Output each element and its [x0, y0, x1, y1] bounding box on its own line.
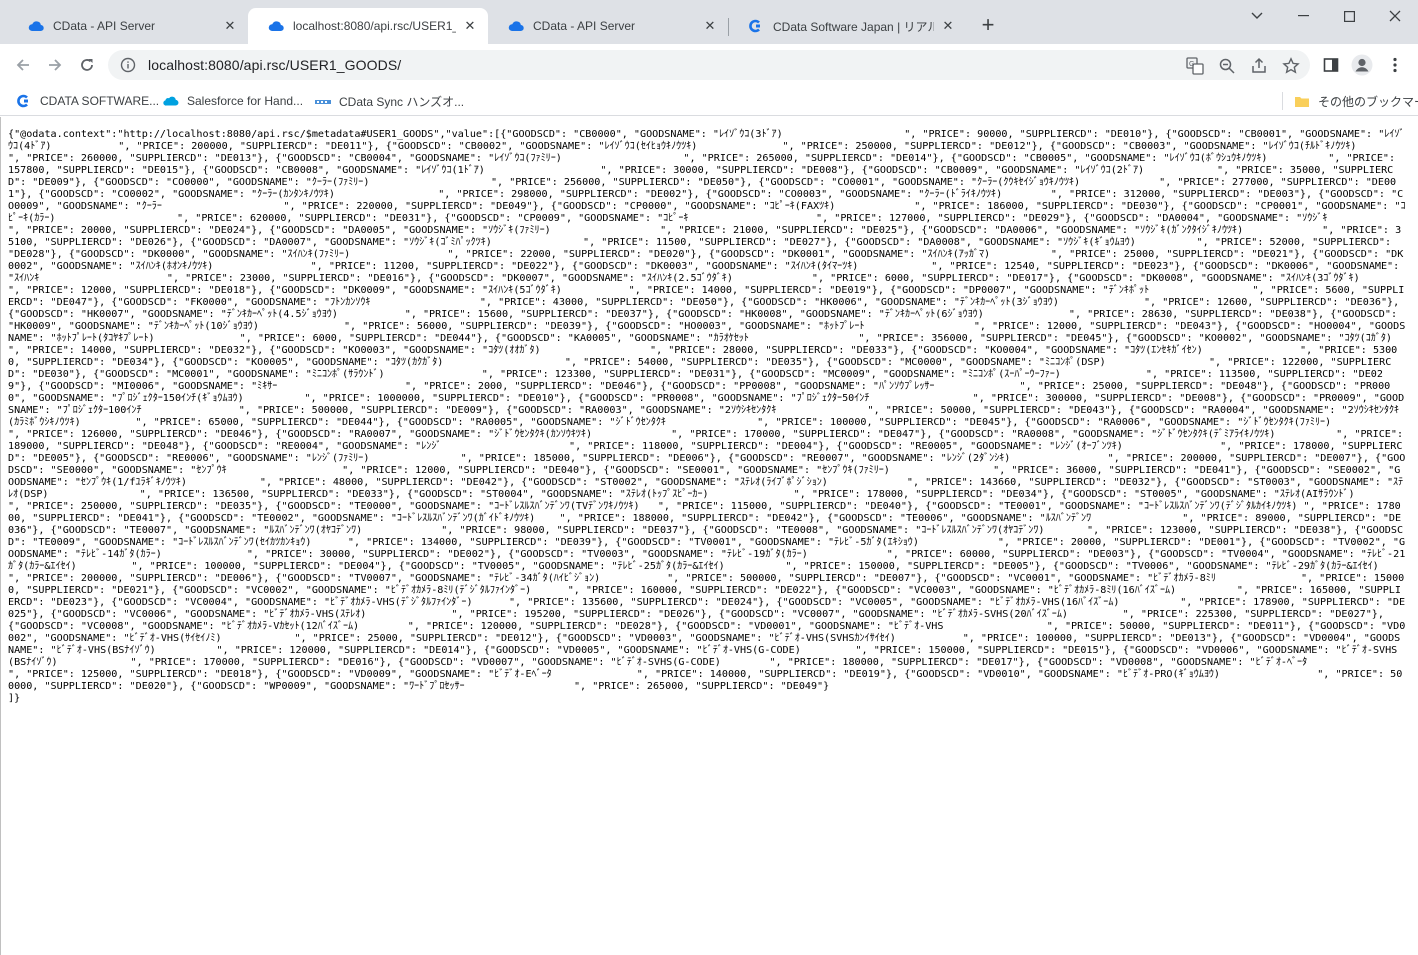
arrow-right-icon [49, 59, 62, 71]
maximize-button[interactable] [1326, 0, 1372, 32]
folder-icon [1295, 96, 1309, 107]
close-tab-icon[interactable]: ✕ [940, 18, 956, 34]
url-text[interactable]: localhost:8080/api.rsc/USER1_GOODS/ [148, 57, 401, 73]
svg-text:G: G [1189, 61, 1194, 68]
menu-kebab-icon[interactable] [1384, 54, 1406, 76]
bookmark-star-icon[interactable] [1282, 57, 1300, 75]
forward-button[interactable] [42, 52, 68, 78]
new-tab-button[interactable]: + [976, 14, 1000, 38]
side-panel-icon[interactable] [1320, 54, 1342, 76]
back-button[interactable] [10, 52, 36, 78]
minimize-button[interactable] [1280, 0, 1326, 32]
tab-title: CData Software Japan | リアルタイム [773, 19, 934, 34]
page-content: {"@odata.context":"http://localhost:8080… [0, 117, 1418, 955]
bookmarks-bar: CDATA SOFTWARE... Salesforce for Hand...… [0, 86, 1418, 116]
bookmark-label: Salesforce for Hand... [187, 94, 304, 108]
close-tab-icon[interactable]: ✕ [222, 18, 238, 34]
tab-cdata-api-server-2[interactable]: CData - API Server ✕ [488, 8, 728, 44]
tab-cdata-software-japan[interactable]: CData Software Japan | リアルタイム ✕ [728, 8, 966, 44]
json-response-text: {"@odata.context":"http://localhost:8080… [8, 129, 1406, 704]
share-icon[interactable] [1250, 57, 1268, 75]
bookmark-salesforce[interactable]: Salesforce for Hand... [163, 93, 303, 109]
tab-title: CData - API Server [53, 19, 156, 33]
close-window-button[interactable] [1372, 0, 1418, 32]
cdata-sync-icon [315, 99, 331, 104]
tab-search-icon[interactable] [1234, 0, 1280, 32]
close-tab-icon[interactable]: ✕ [462, 18, 478, 34]
salesforce-cloud-icon [163, 96, 179, 106]
cloud-icon [508, 21, 524, 32]
bookmark-label: その他のブックマーク [1318, 95, 1418, 109]
window-border [0, 117, 1, 955]
close-tab-icon[interactable]: ✕ [702, 18, 718, 34]
cloud-icon [268, 21, 284, 32]
cloud-icon [28, 21, 44, 32]
translate-icon[interactable]: G [1186, 57, 1204, 75]
info-icon[interactable] [120, 57, 136, 73]
arrow-left-icon [16, 59, 29, 71]
tab-user1-goods[interactable]: localhost:8080/api.rsc/USER1_GOODS/ ✕ [248, 8, 488, 44]
cdata-logo-icon [749, 19, 760, 33]
cdata-logo-icon [17, 94, 28, 108]
tab-cdata-api-server-1[interactable]: CData - API Server ✕ [8, 8, 248, 44]
bookmark-cdata-software[interactable]: CDATA SOFTWARE... [16, 93, 159, 109]
browser-toolbar: localhost:8080/api.rsc/USER1_GOODS/ G [0, 44, 1418, 86]
bookmark-label: CDATA SOFTWARE... [40, 94, 160, 108]
tab-strip: CData - API Server ✕ localhost:8080/api.… [0, 0, 1418, 44]
reload-button[interactable] [74, 52, 100, 78]
tab-title: CData - API Server [533, 19, 636, 33]
bookmark-cdata-sync[interactable]: CData Sync ハンズオ... [315, 93, 464, 110]
zoom-out-icon[interactable] [1218, 57, 1236, 75]
bookmarks-separator [1282, 92, 1283, 110]
profile-avatar-icon[interactable] [1351, 54, 1373, 76]
tab-title: localhost:8080/api.rsc/USER1_GOODS/ [293, 19, 456, 33]
address-bar[interactable]: localhost:8080/api.rsc/USER1_GOODS/ G [108, 50, 1310, 80]
other-bookmarks-folder[interactable]: その他のブックマーク [1294, 93, 1418, 110]
bookmark-label: CData Sync ハンズオ... [339, 95, 465, 109]
reload-icon [81, 59, 93, 71]
